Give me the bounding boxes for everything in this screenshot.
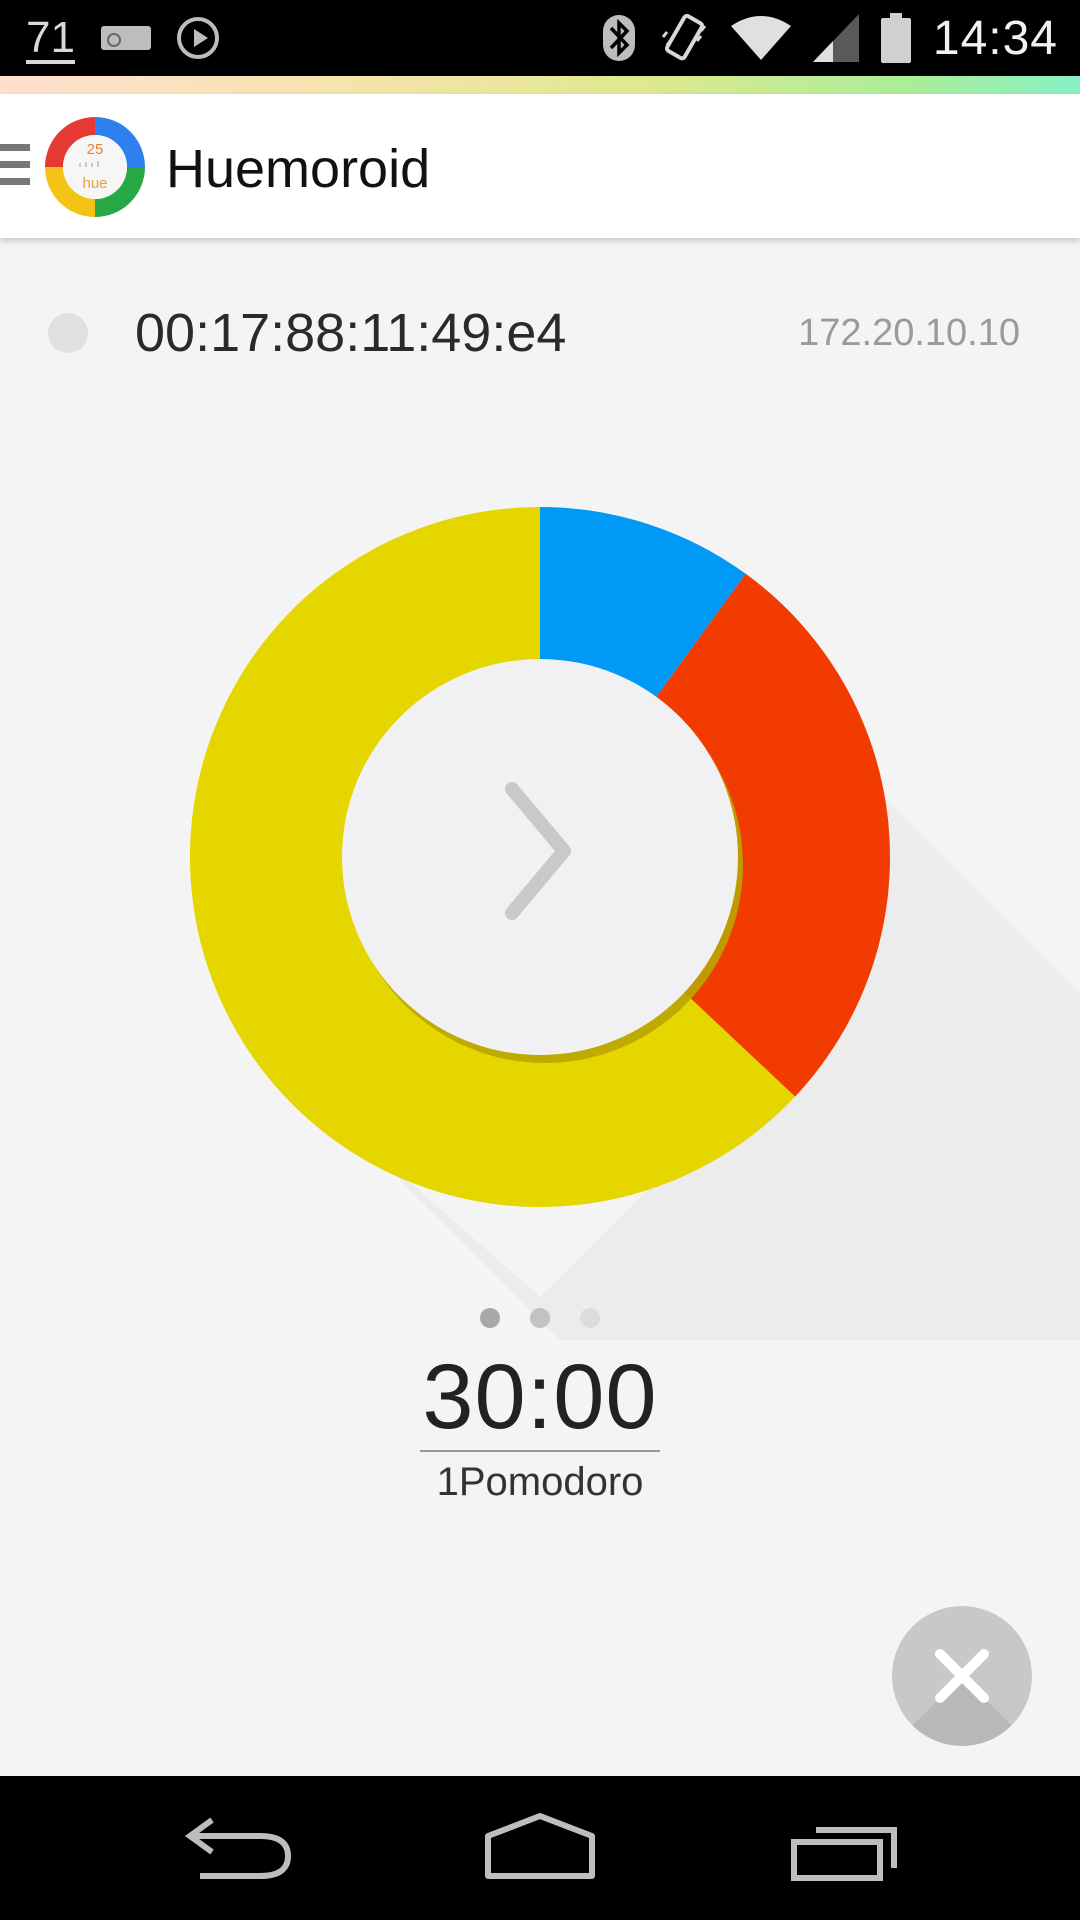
close-icon	[935, 1649, 989, 1703]
timer-divider	[420, 1450, 660, 1452]
pomodoro-donut-chart	[0, 440, 1080, 1340]
sd-card-icon	[100, 26, 151, 50]
app-logo[interactable]: 25 hue	[42, 114, 148, 220]
navigation-bar	[0, 1776, 1080, 1920]
logo-word: hue	[82, 175, 107, 192]
timer-display[interactable]: 30:00	[0, 1345, 1080, 1450]
cell-signal-icon	[812, 14, 859, 62]
page-dot-2[interactable]	[530, 1308, 550, 1328]
app-title: Huemoroid	[166, 139, 431, 199]
recents-icon	[791, 1827, 897, 1881]
play-circle-icon	[176, 17, 219, 59]
recents-button[interactable]	[740, 1776, 940, 1920]
status-left: 71	[26, 0, 219, 76]
app-bar: 25 hue Huemoroid	[0, 94, 1080, 238]
start-timer-button[interactable]	[340, 657, 740, 1057]
back-button[interactable]	[140, 1776, 340, 1920]
notification-count: 71	[26, 13, 75, 62]
chevron-right-icon	[505, 782, 571, 920]
menu-icon[interactable]	[0, 144, 30, 188]
logo-number: 25	[87, 141, 104, 158]
wifi-icon	[730, 16, 791, 60]
status-bar: 71 14:34	[0, 0, 1080, 76]
timer-label: 1Pomodoro	[436, 1460, 644, 1504]
cancel-fab-button[interactable]	[892, 1606, 1032, 1746]
page-dot-3[interactable]	[580, 1308, 600, 1328]
bridge-ip-address: 172.20.10.10	[798, 312, 1020, 354]
color-strip	[0, 76, 1080, 94]
screen: 71 14:34 25 hue Huemoroid 00:17:88:11:49…	[0, 0, 1080, 1920]
back-icon	[184, 1817, 292, 1879]
vibrate-icon	[661, 13, 707, 61]
bridge-mac-address: 00:17:88:11:49:e4	[135, 303, 567, 363]
bluetooth-icon	[602, 15, 635, 61]
page-dot-1[interactable]	[480, 1308, 500, 1328]
status-time: 14:34	[932, 11, 1058, 65]
home-button[interactable]	[440, 1776, 640, 1920]
battery-icon	[880, 13, 911, 63]
status-right: 14:34	[601, 0, 1058, 76]
home-icon	[485, 1813, 595, 1879]
bridge-status-indicator	[48, 313, 88, 353]
page-indicator	[0, 1308, 1080, 1328]
